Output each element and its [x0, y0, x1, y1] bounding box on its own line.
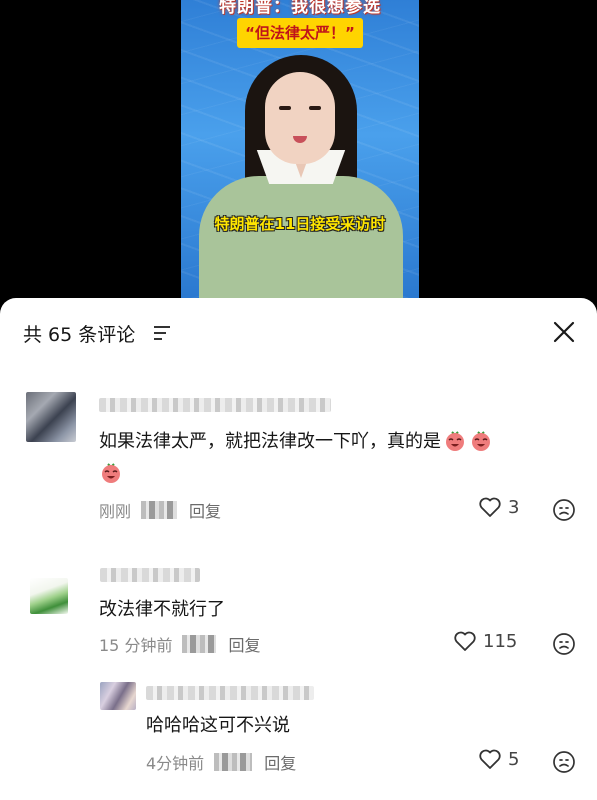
- frown-face-icon[interactable]: [552, 750, 576, 774]
- comment-meta: 15 分钟前 回复: [99, 632, 260, 656]
- like-button[interactable]: 115: [453, 630, 517, 652]
- video-player[interactable]: 特朗普：我很想参选 “但法律太严！” 特朗普在11日接受采访时: [0, 0, 597, 300]
- heart-outline-icon: [479, 497, 501, 517]
- close-icon[interactable]: [552, 320, 576, 344]
- sort-filter-icon[interactable]: [154, 326, 170, 340]
- like-button[interactable]: 3: [478, 496, 519, 518]
- laughing-radish-emoji: [99, 460, 123, 484]
- comment-item: 如果法律太严，就把法律改一下吖，真的是 刚刚 回复 3: [0, 390, 597, 530]
- like-count: 3: [508, 496, 520, 518]
- comment-text: 改法律不就行了: [99, 599, 225, 620]
- reply-button[interactable]: 回复: [264, 750, 296, 774]
- comment-meta: 4分钟前 回复: [146, 750, 296, 774]
- location-blurred: [214, 753, 253, 771]
- avatar[interactable]: [26, 392, 76, 442]
- video-subtitle: 特朗普在11日接受采访时: [214, 215, 386, 233]
- like-count: 115: [483, 630, 518, 652]
- heart-outline-icon: [454, 631, 476, 651]
- comment-body: 如果法律太严，就把法律改一下吖，真的是: [99, 431, 441, 452]
- frown-face-icon[interactable]: [552, 632, 576, 656]
- reply-button[interactable]: 回复: [228, 632, 260, 656]
- comment-time: 刚刚: [99, 502, 132, 521]
- video-frame[interactable]: 特朗普：我很想参选 “但法律太严！” 特朗普在11日接受采访时: [181, 0, 419, 300]
- comment-text: 哈哈哈这可不兴说: [146, 715, 290, 736]
- comment-count-title: 共 65 条评论: [23, 324, 136, 346]
- username-blurred[interactable]: [99, 398, 331, 412]
- username-blurred[interactable]: [146, 686, 314, 700]
- anchor-jacket: [199, 176, 403, 300]
- sheet-header: 共 65 条评论: [0, 298, 597, 364]
- anchor-face: [265, 72, 335, 164]
- comment-item: 改法律不就行了 15 分钟前 回复 115: [0, 564, 597, 664]
- video-headline: 特朗普：我很想参选: [219, 0, 381, 17]
- username-blurred[interactable]: [100, 568, 200, 582]
- location-blurred: [141, 501, 178, 519]
- avatar[interactable]: [100, 682, 136, 710]
- laughing-radish-emoji: [469, 428, 493, 452]
- video-quote-badge: “但法律太严！”: [237, 18, 363, 48]
- reply-item: 哈哈哈这可不兴说 4分钟前 回复 5: [0, 678, 597, 788]
- frown-face-icon[interactable]: [552, 498, 576, 522]
- location-blurred: [182, 635, 217, 653]
- comment-meta: 刚刚 回复: [99, 498, 221, 522]
- avatar[interactable]: [30, 578, 68, 614]
- heart-outline-icon: [479, 749, 501, 769]
- comment-time: 4分钟前: [146, 754, 205, 773]
- laughing-radish-emoji: [443, 428, 467, 452]
- like-button[interactable]: 5: [478, 748, 519, 770]
- comment-time: 15 分钟前: [99, 636, 173, 655]
- reply-button[interactable]: 回复: [189, 498, 221, 522]
- like-count: 5: [508, 748, 520, 770]
- comments-sheet: 共 65 条评论 如果法律太严，就把法律改一下吖，真的是 刚刚 回复 3 改法律…: [0, 298, 597, 800]
- comment-text: 如果法律太严，就把法律改一下吖，真的是: [99, 426, 569, 490]
